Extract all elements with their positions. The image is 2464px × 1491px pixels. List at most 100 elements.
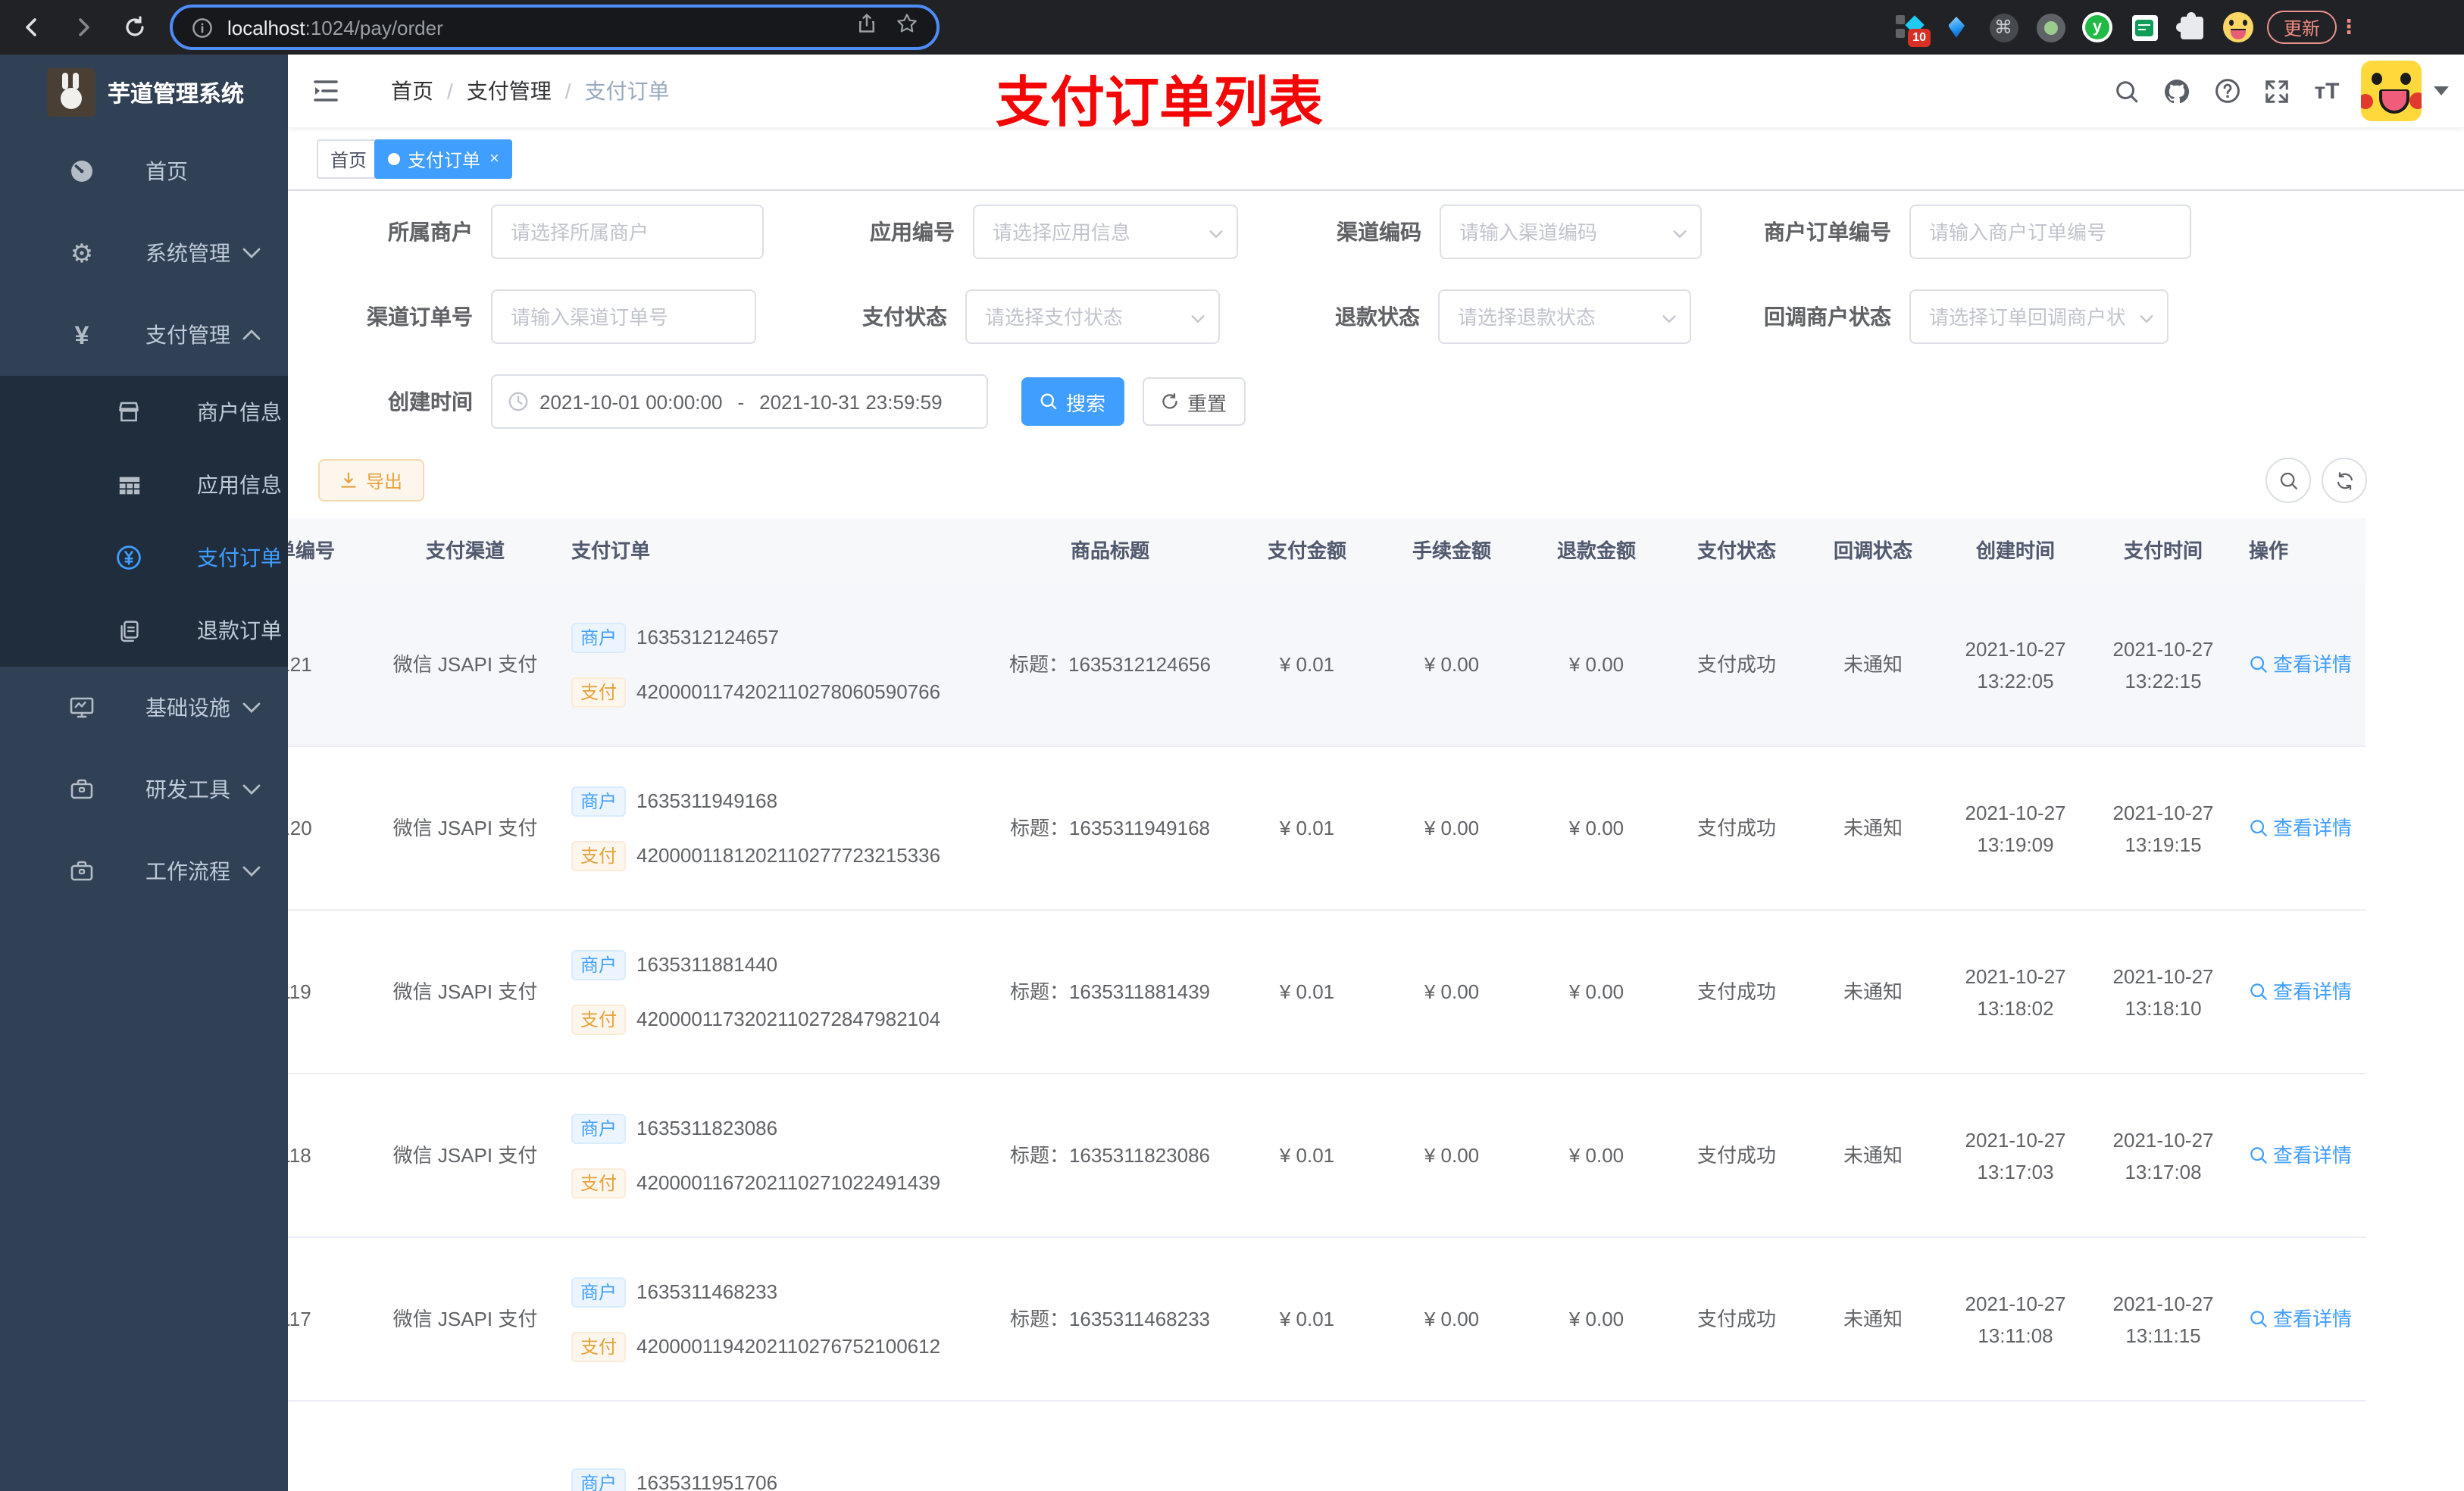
cell-pay-order: 商户 1635311951706 支付 [550, 1468, 985, 1491]
browser-reload-button[interactable] [115, 8, 155, 47]
table-body: 121 微信 JSAPI 支付 商户 1635312124657 支付 4200… [288, 583, 2366, 1491]
extension-tabs-icon[interactable]: 10 [1894, 12, 1931, 47]
chevron-down-icon [242, 865, 261, 877]
pay-status-select[interactable] [965, 289, 1220, 344]
cell-create-time: 2021-10-27 13:17:03 [1965, 1128, 2066, 1183]
extension-emoji-icon[interactable] [2223, 12, 2253, 42]
merchant-select-input[interactable] [491, 205, 764, 259]
avatar-caret-icon[interactable] [2434, 86, 2449, 95]
cell-notify-status: 未通知 [1843, 1308, 1903, 1330]
page-title-annotation: 支付订单列表 [996, 71, 1324, 133]
url-path: :1024/pay/order [305, 16, 443, 39]
cell-fee: ¥ 0.00 [1424, 817, 1480, 839]
channel-order-no-input[interactable] [491, 289, 756, 344]
site-info-icon[interactable] [191, 16, 214, 39]
sidebar: 芋道管理系统 首页 ⚙ 系统管理 ¥ 支付管理 商户信息 应用信息 支付订单 退… [0, 55, 288, 1491]
filter-label-notify-status: 回调商户状态 [1764, 305, 1891, 329]
table-row: 117 微信 JSAPI 支付 商户 1635311468233 支付 4200… [288, 1238, 2366, 1402]
url-bar[interactable]: localhost:1024/pay/order [170, 5, 940, 50]
help-icon[interactable] [2202, 55, 2252, 127]
date-range-picker[interactable]: 2021-10-01 00:00:00 - 2021-10-31 23:59:5… [491, 374, 988, 429]
col-fee: 手续金额 [1412, 539, 1491, 562]
toggle-search-button[interactable] [2265, 458, 2311, 503]
collapse-sidebar-icon[interactable] [311, 76, 341, 106]
extension-chat-icon[interactable] [2129, 12, 2159, 42]
bookmark-star-icon[interactable] [896, 12, 918, 42]
view-detail-link[interactable]: 查看详情 [2249, 812, 2352, 844]
cell-actions: 查看详情 [2237, 976, 2366, 1008]
cell-fee: ¥ 0.00 [1424, 980, 1480, 1003]
sidebar-item-system[interactable]: ⚙ 系统管理 [0, 212, 288, 294]
extension-y-icon[interactable]: y [2082, 12, 2112, 42]
refresh-button[interactable] [2322, 458, 2367, 503]
export-button[interactable]: 导出 [318, 459, 424, 502]
table-row: 商户 1635311951706 支付 查看详情 [288, 1402, 2366, 1491]
search-button[interactable]: 搜索 [1021, 377, 1124, 426]
browser-back-button[interactable] [12, 8, 52, 47]
tab-pay-order[interactable]: 支付订单 × [374, 139, 513, 179]
col-pay-time: 支付时间 [2123, 539, 2203, 562]
merchant-order-no-input[interactable] [1909, 205, 2191, 259]
sidebar-item-refund-order[interactable]: 退款订单 [0, 594, 288, 667]
refund-status-select[interactable] [1438, 289, 1691, 344]
cell-pay-status: 支付成功 [1696, 1144, 1776, 1167]
channel-code-select[interactable] [1440, 205, 1702, 259]
browser-update-button[interactable]: 更新 [2267, 11, 2337, 44]
view-detail-link[interactable]: 查看详情 [2249, 1303, 2352, 1335]
logo-image [47, 68, 95, 117]
sidebar-item-app-info[interactable]: 应用信息 [0, 449, 288, 521]
fullscreen-icon[interactable] [2252, 55, 2302, 127]
app-select[interactable] [973, 205, 1238, 259]
breadcrumb-home[interactable]: 首页 [391, 76, 433, 106]
view-detail-link[interactable]: 查看详情 [2249, 649, 2352, 680]
browser-forward-button[interactable] [64, 8, 103, 47]
sidebar-item-workflow[interactable]: 工作流程 [0, 830, 288, 912]
cell-actions: 查看详情 [2237, 649, 2366, 680]
table-row: 119 微信 JSAPI 支付 商户 1635311881440 支付 4200… [288, 911, 2366, 1074]
col-refund: 退款金额 [1556, 539, 1636, 562]
breadcrumb-payment[interactable]: 支付管理 [467, 76, 552, 106]
browser-menu-icon[interactable]: ⋮ [2338, 9, 2359, 45]
sidebar-item-merchant-info[interactable]: 商户信息 [0, 376, 288, 449]
gear-icon: ⚙ [70, 239, 94, 267]
sidebar-item-dev-tools[interactable]: 研发工具 [0, 749, 288, 830]
avatar[interactable] [2361, 61, 2422, 121]
sidebar-item-payment[interactable]: ¥ 支付管理 [0, 294, 288, 376]
cell-pay-time: 2021-10-27 13:19:15 [2112, 801, 2214, 855]
reset-button[interactable]: 重置 [1143, 377, 1246, 426]
github-icon[interactable] [2152, 55, 2202, 127]
sidebar-item-infra[interactable]: 基础设施 [0, 667, 288, 749]
sidebar-item-pay-order[interactable]: 支付订单 [0, 521, 288, 594]
grid-icon [115, 471, 142, 499]
tab-home[interactable]: 首页 [317, 139, 381, 179]
cell-title: 标题：1635312124656 [1009, 653, 1211, 676]
cell-amount: ¥ 0.01 [1279, 653, 1335, 676]
chevron-up-icon [242, 329, 261, 341]
col-create-time: 创建时间 [1975, 539, 2055, 562]
col-pay-order: 支付订单 [571, 539, 651, 562]
cell-fee: ¥ 0.00 [1424, 1308, 1480, 1330]
filter-label-app: 应用编号 [870, 220, 955, 244]
search-icon[interactable] [2102, 55, 2152, 127]
clock-icon [508, 391, 529, 412]
close-tab-icon[interactable]: × [489, 150, 499, 167]
share-icon[interactable] [856, 12, 877, 42]
extension-record-icon[interactable] [2035, 12, 2065, 42]
active-dot [388, 153, 400, 165]
sidebar-item-home[interactable]: 首页 [0, 130, 288, 212]
extension-puzzle-icon[interactable] [2175, 11, 2206, 42]
table-header-row: 订单编号 支付渠道 支付订单 商品标题 支付金额 手续金额 退款金额 支付状态 … [288, 518, 2366, 583]
cell-pay-time: 2021-10-27 13:22:15 [2112, 637, 2214, 692]
view-detail-link[interactable]: 查看详情 [2249, 1139, 2352, 1171]
col-title: 商品标题 [1070, 539, 1149, 562]
view-detail-link[interactable]: 查看详情 [2249, 976, 2352, 1008]
cell-create-time: 2021-10-27 13:19:09 [1965, 801, 2066, 855]
url-host: localhost [227, 16, 305, 39]
extension-kite-icon[interactable] [1941, 12, 1972, 42]
sidebar-logo[interactable]: 芋道管理系统 [0, 55, 288, 130]
extension-command-icon[interactable]: ⌘ [1988, 12, 2018, 42]
notify-status-select[interactable] [1909, 289, 2169, 344]
tags-view-bar: 首页 支付订单 × [288, 127, 2464, 191]
font-size-icon[interactable]: ᴛT [2302, 55, 2352, 127]
merchant-tag: 商户 [571, 622, 627, 652]
